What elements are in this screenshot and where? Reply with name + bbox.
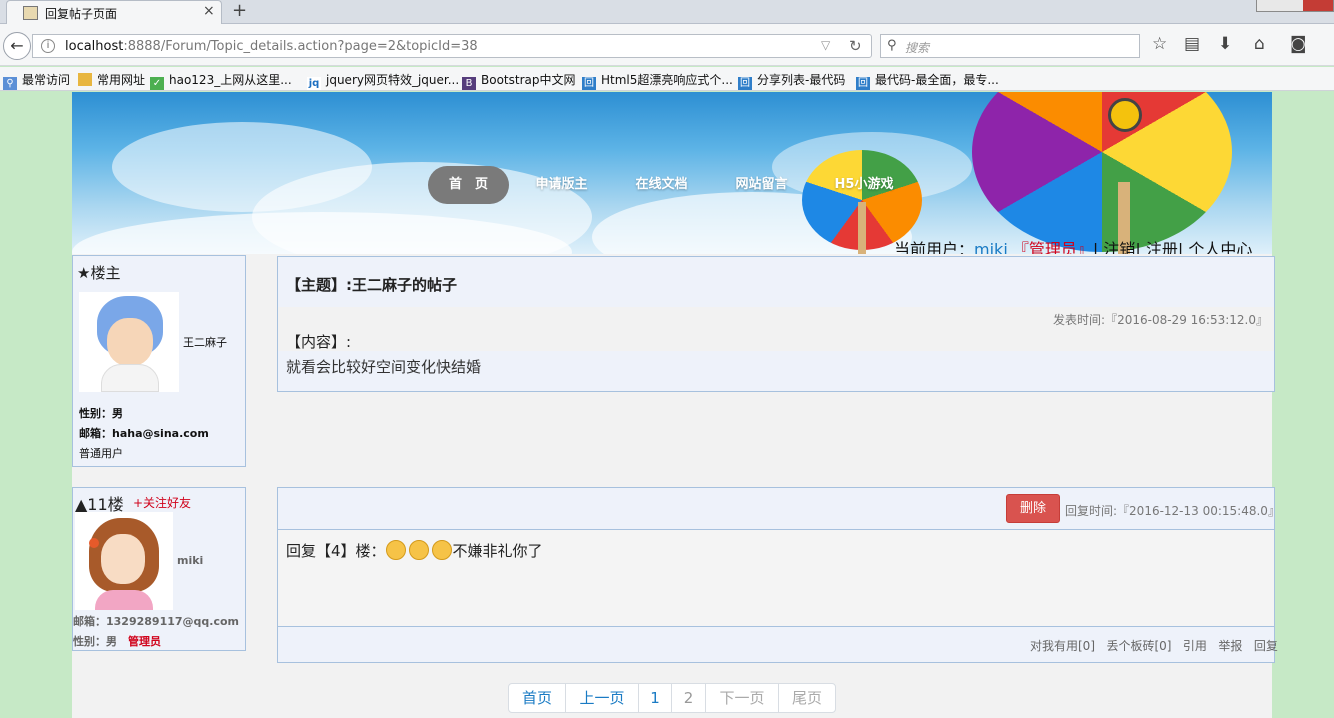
page-next[interactable]: 下一页: [705, 683, 779, 713]
brick-link[interactable]: 丢个板砖[0]: [1106, 639, 1171, 653]
bookmark-item[interactable]: 回 Html5超漂亮响应式个...: [582, 71, 733, 90]
bootstrap-icon: B: [462, 77, 476, 90]
folder-icon: [78, 73, 92, 86]
site-info-icon[interactable]: i: [41, 39, 55, 53]
report-link[interactable]: 举报: [1218, 639, 1242, 653]
reply-time: 回复时间:『2016-12-13 00:15:48.0』: [1065, 504, 1280, 518]
reply-author-name[interactable]: miki: [177, 554, 203, 567]
smiley-icon: [385, 540, 406, 560]
reply-panel: 删除 回复时间:『2016-12-13 00:15:48.0』 回复【4】楼：不…: [277, 487, 1280, 663]
author-email: 邮箱：haha@sina.com: [79, 427, 209, 440]
header-banner: 首 页 申请版主 在线文档 网站留言 H5小游戏 当前用户：miki 『管理员』…: [72, 92, 1272, 254]
author-level: 普通用户: [79, 447, 123, 460]
nav-guestbook[interactable]: 网站留言: [724, 166, 799, 204]
topic-post-time: 发表时间:『2016-08-29 16:53:12.0』: [1053, 313, 1268, 327]
delete-button[interactable]: 删除: [1006, 494, 1060, 523]
page-prev[interactable]: 上一页: [565, 683, 639, 713]
page-first[interactable]: 首页: [508, 683, 566, 713]
reply-author-email: 邮箱：1329289117@qq.com: [73, 615, 240, 628]
smiley-icon: [408, 540, 429, 560]
site-icon: 回: [856, 77, 870, 90]
page-last[interactable]: 尾页: [778, 683, 836, 713]
bookmark-item[interactable]: B Bootstrap中文网: [462, 71, 575, 90]
window-controls[interactable]: [1256, 0, 1334, 12]
home-icon[interactable]: ⌂: [1254, 34, 1265, 54]
reply-actions: 对我有用[0] 丢个板砖[0] 引用 举报 回复: [1030, 637, 1278, 654]
reply-author-card: ▲11楼 +关注好友 miki 邮箱：1329289117@qq.com 性别：…: [72, 487, 246, 651]
window-close-icon[interactable]: [1303, 0, 1333, 11]
bookmark-item[interactable]: jq jquery网页特效_jquer...: [307, 71, 459, 90]
quote-link[interactable]: 引用: [1183, 639, 1207, 653]
nav-online-docs[interactable]: 在线文档: [624, 166, 699, 204]
search-placeholder: 搜索: [905, 41, 930, 55]
url-text[interactable]: localhost:8888/Forum/Topic_details.actio…: [65, 39, 478, 54]
avatar: [79, 292, 179, 392]
smiley-icon: [431, 540, 452, 560]
follow-friend-link[interactable]: +关注好友: [133, 494, 191, 511]
page-2[interactable]: 2: [671, 683, 706, 713]
reading-list-icon[interactable]: ▤: [1184, 34, 1200, 54]
page-container: 首 页 申请版主 在线文档 网站留言 H5小游戏 当前用户：miki 『管理员』…: [72, 92, 1280, 718]
current-user-bar: 当前用户：miki 『管理员』| 注销| 注册| 个人中心: [894, 236, 1252, 254]
reply-link[interactable]: 回复: [1254, 639, 1278, 653]
avatar: [75, 512, 173, 610]
author-name[interactable]: 王二麻子: [183, 334, 227, 350]
back-arrow-icon[interactable]: ←: [3, 32, 31, 60]
reply-author-gender: 性别：男: [73, 635, 117, 648]
bookmark-star-icon[interactable]: ☆: [1152, 34, 1167, 54]
bookmark-item[interactable]: ✓ hao123_上网从这里...: [150, 71, 292, 90]
bookmark-item[interactable]: 常用网址: [78, 71, 145, 88]
floor-label: ★楼主: [77, 264, 121, 282]
topic-author-card: ★楼主 王二麻子 性别：男 邮箱：haha@sina.com 普通用户: [72, 255, 246, 467]
pocket-icon[interactable]: ◙: [1290, 34, 1307, 54]
page-favicon-icon: [23, 6, 38, 20]
site-icon: 回: [738, 77, 752, 90]
url-dropdown-icon[interactable]: ▽: [821, 38, 830, 52]
useful-link[interactable]: 对我有用[0]: [1030, 639, 1095, 653]
bookmarks-bar: ⚲ 最常访问 常用网址 ✓ hao123_上网从这里... jq jquery网页特效…: [0, 67, 1334, 91]
url-bar[interactable]: i localhost:8888/Forum/Topic_details.act…: [32, 34, 872, 58]
author-gender: 性别：男: [79, 407, 123, 420]
close-tab-icon[interactable]: ×: [203, 3, 215, 19]
current-username[interactable]: miki: [974, 240, 1008, 254]
search-icon: ⚲: [887, 38, 897, 53]
bookmark-item[interactable]: 回分享列表-最代码: [738, 71, 845, 90]
topic-title: 【主题】:王二麻子的帖子: [286, 276, 457, 294]
reply-content: 回复【4】楼： 不嫌非礼你了: [286, 540, 543, 560]
jquery-icon: jq: [307, 77, 321, 90]
nav-home[interactable]: 首 页: [428, 166, 509, 204]
reload-icon[interactable]: ↻: [849, 37, 862, 55]
nav-apply-moderator[interactable]: 申请版主: [524, 166, 599, 204]
tab-strip: 回复帖子页面 × +: [0, 0, 1334, 24]
topic-content: 就看会比较好空间变化快结婚: [286, 358, 482, 376]
bookmark-item[interactable]: ⚲ 最常访问: [3, 71, 70, 90]
browser-tab[interactable]: 回复帖子页面 ×: [6, 0, 222, 24]
new-tab-icon[interactable]: +: [232, 0, 247, 21]
navigation-bar: ← i localhost:8888/Forum/Topic_details.a…: [0, 24, 1334, 66]
nav-h5-games[interactable]: H5小游戏: [824, 166, 904, 204]
content-label: 【内容】:: [286, 333, 352, 351]
hao123-icon: ✓: [150, 77, 164, 90]
tab-title: 回复帖子页面: [45, 7, 118, 21]
search-input[interactable]: ⚲ 搜索: [880, 34, 1140, 58]
account-links[interactable]: | 注销| 注册| 个人中心: [1093, 240, 1252, 254]
reply-author-role: 管理员: [128, 635, 161, 648]
most-visited-icon: ⚲: [3, 77, 17, 90]
bookmark-item[interactable]: 回最代码-最全面，最专...: [856, 71, 999, 90]
download-icon[interactable]: ⬇: [1218, 34, 1232, 54]
page-1[interactable]: 1: [638, 683, 672, 713]
user-role: 管理员: [1028, 240, 1077, 254]
topic-panel: 【主题】:王二麻子的帖子 发表时间:『2016-08-29 16:53:12.0…: [277, 256, 1275, 392]
site-icon: 回: [582, 77, 596, 90]
